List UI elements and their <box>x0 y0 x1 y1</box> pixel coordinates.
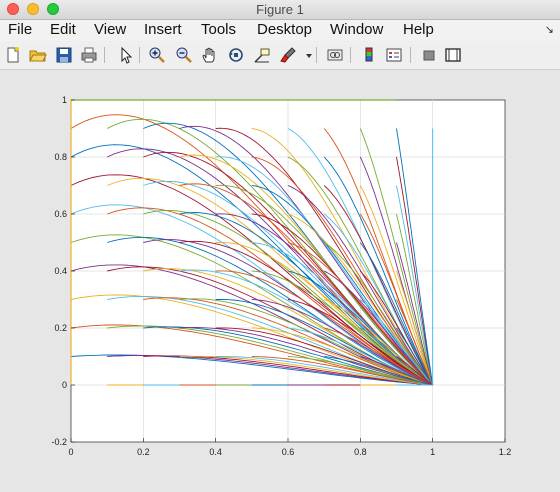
hide-plot-tools-icon[interactable] <box>420 46 438 64</box>
x-tick-label: 0.6 <box>282 447 295 457</box>
x-tick-label: 0.2 <box>137 447 150 457</box>
menu-file[interactable]: File <box>8 21 32 38</box>
open-file-icon[interactable] <box>29 46 47 64</box>
menu-view[interactable]: View <box>94 21 126 38</box>
y-tick-label: 0.8 <box>54 152 67 162</box>
brush-dropdown-icon[interactable] <box>300 46 312 64</box>
window-title: Figure 1 <box>256 2 304 17</box>
x-tick-label: 1 <box>430 447 435 457</box>
menu-help[interactable]: Help <box>403 21 434 38</box>
menu-window[interactable]: Window <box>330 21 383 38</box>
y-tick-label: 0 <box>62 380 67 390</box>
rotate-3d-icon[interactable] <box>227 46 245 64</box>
y-tick-label: -0.2 <box>51 437 67 447</box>
menu-desktop[interactable]: Desktop <box>257 21 312 38</box>
show-plot-tools-icon[interactable] <box>444 46 462 64</box>
toolbar-separator <box>139 47 140 63</box>
menu-bar: File Edit View Insert Tools Desktop Wind… <box>0 20 560 41</box>
toolbar <box>0 41 560 70</box>
zoom-out-icon[interactable] <box>175 46 193 64</box>
colorbar-icon[interactable] <box>360 46 378 64</box>
toolbar-separator <box>316 47 317 63</box>
save-icon[interactable] <box>55 46 73 64</box>
new-figure-icon[interactable] <box>4 46 22 64</box>
line-plot[interactable]: 0 0.2 0.4 0.6 0.8 1 1.2-0.200.20.40.60.81 <box>0 70 560 492</box>
y-tick-label: 0.6 <box>54 209 67 219</box>
title-bar[interactable]: Figure 1 <box>0 0 560 20</box>
x-tick-label: 0.8 <box>354 447 367 457</box>
menu-insert[interactable]: Insert <box>144 21 182 38</box>
dock-arrow-icon[interactable]: ↘ <box>545 23 554 36</box>
pointer-icon[interactable] <box>117 46 135 64</box>
y-tick-label: 1 <box>62 95 67 105</box>
y-tick-label: 0.2 <box>54 323 67 333</box>
toolbar-separator <box>104 47 105 63</box>
toolbar-separator <box>410 47 411 63</box>
x-tick-label: 0.4 <box>209 447 222 457</box>
x-tick-label: 1.2 <box>499 447 512 457</box>
figure-canvas[interactable]: 0 0.2 0.4 0.6 0.8 1 1.2 -0.2 0 0.2 0.4 0.6 0.8 1 <box>0 70 560 492</box>
x-tick-label: 0 <box>68 447 73 457</box>
data-cursor-icon[interactable] <box>253 46 271 64</box>
y-tick-label: 0.4 <box>54 266 67 276</box>
toolbar-separator <box>350 47 351 63</box>
print-icon[interactable] <box>80 46 98 64</box>
zoom-in-icon[interactable] <box>148 46 166 64</box>
figure-window: Figure 1 File Edit View Insert Tools Des… <box>0 0 560 492</box>
menu-tools[interactable]: Tools <box>201 21 236 38</box>
menu-edit[interactable]: Edit <box>50 21 76 38</box>
pan-hand-icon[interactable] <box>201 46 219 64</box>
legend-icon[interactable] <box>385 46 403 64</box>
brush-icon[interactable] <box>279 46 297 64</box>
link-plot-icon[interactable] <box>326 46 344 64</box>
